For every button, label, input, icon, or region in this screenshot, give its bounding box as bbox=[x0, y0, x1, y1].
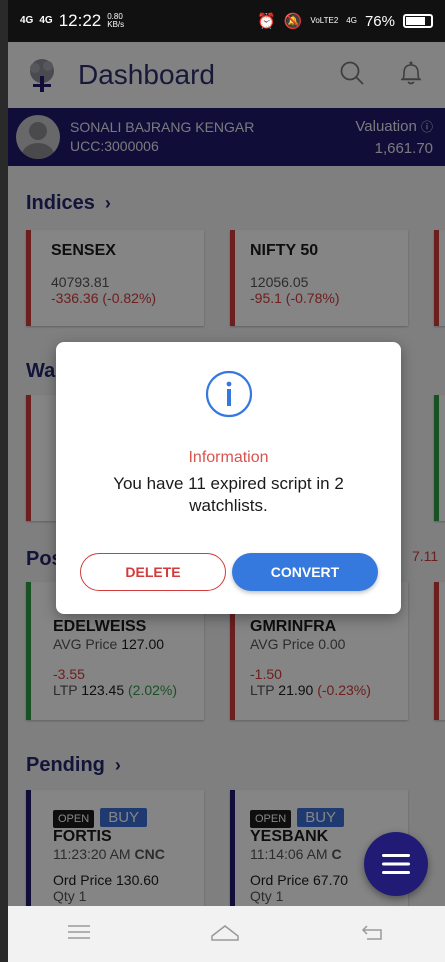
net-type: 4G bbox=[346, 16, 357, 25]
nav-back-icon[interactable] bbox=[361, 922, 385, 947]
volte-label: VoLTE2 bbox=[310, 16, 339, 25]
alarm-icon: ⏰ bbox=[257, 13, 276, 30]
dialog-title: Information bbox=[188, 449, 269, 466]
mute-icon: 🔕 bbox=[283, 13, 303, 30]
menu-icon bbox=[382, 854, 410, 874]
status-bar: 4G 4G 12:22 0.80 KB/s ⏰ 🔕 VoLTE2 4G 76% bbox=[8, 0, 445, 42]
system-nav-bar bbox=[8, 906, 445, 962]
dialog-message: You have 11 expired script in 2 watchlis… bbox=[113, 474, 344, 515]
menu-fab-button[interactable] bbox=[364, 832, 428, 896]
clock: 12:22 bbox=[58, 11, 102, 30]
nav-home-icon[interactable] bbox=[210, 922, 240, 947]
delete-button[interactable]: DELETE bbox=[80, 553, 226, 591]
battery-percent: 76% bbox=[364, 12, 395, 30]
nav-menu-icon[interactable] bbox=[68, 924, 91, 945]
battery-icon bbox=[403, 14, 433, 28]
app-screen: 4G 4G 12:22 0.80 KB/s ⏰ 🔕 VoLTE2 4G 76% D… bbox=[8, 0, 445, 962]
info-dialog: Information You have 11 expired script i… bbox=[56, 342, 401, 614]
info-icon bbox=[204, 369, 254, 419]
signal-2: 4G bbox=[39, 15, 53, 26]
net-speed: 0.80 KB/s bbox=[107, 12, 125, 29]
signal-1: 4G bbox=[20, 15, 34, 26]
convert-button[interactable]: CONVERT bbox=[232, 553, 378, 591]
